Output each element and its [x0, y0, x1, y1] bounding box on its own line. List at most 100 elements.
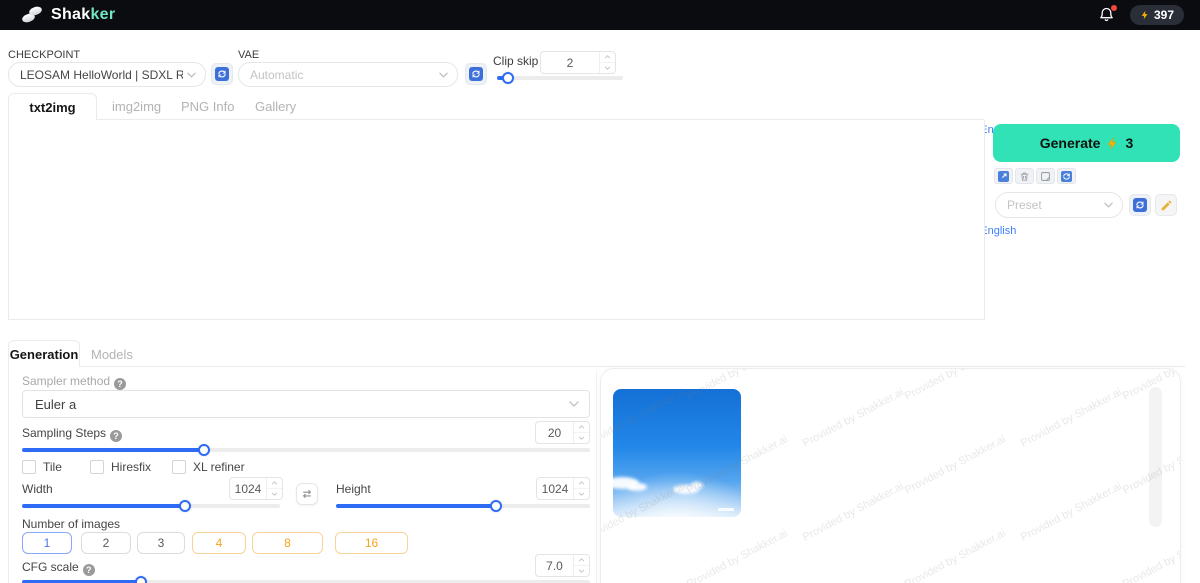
clip-skip-stepper[interactable] — [599, 52, 615, 73]
sampling-steps-slider-knob[interactable] — [198, 444, 210, 456]
cfg-stepper[interactable] — [573, 555, 589, 576]
sampler-value: Euler a — [35, 397, 76, 412]
height-slider[interactable] — [336, 500, 590, 512]
stepper-up-icon — [574, 478, 589, 489]
credits-badge[interactable]: 397 — [1130, 5, 1184, 25]
help-icon[interactable]: ? — [110, 430, 122, 442]
lightning-icon — [1140, 9, 1150, 21]
tab-txt2img[interactable]: txt2img — [8, 93, 97, 120]
stepper-up-icon — [574, 555, 589, 566]
sampling-steps-stepper[interactable] — [573, 422, 589, 443]
watermark-text: Provided by Shakker.ai — [685, 527, 790, 583]
help-icon[interactable]: ? — [114, 378, 126, 390]
checkbox-icon — [22, 460, 36, 474]
preset-placeholder: Preset — [1007, 198, 1042, 212]
import-params-button[interactable] — [994, 168, 1013, 184]
note-params-button[interactable] — [1036, 168, 1055, 184]
num-images-option-1[interactable]: 1 — [22, 532, 72, 554]
tab-generation[interactable]: Generation — [8, 340, 80, 367]
lightning-icon — [1106, 136, 1119, 151]
image-watermark — [718, 508, 734, 511]
results-scrollbar[interactable] — [1149, 387, 1162, 527]
num-images-option-3[interactable]: 3 — [137, 532, 185, 554]
watermark-text: Provided by Shakker.ai — [1019, 386, 1124, 449]
height-slider-knob[interactable] — [490, 500, 502, 512]
chevron-down-icon — [439, 72, 448, 78]
cfg-slider-knob[interactable] — [135, 576, 147, 583]
shakker-logo[interactable]: Shakker — [22, 5, 115, 25]
height-label: Height — [336, 482, 371, 496]
checkbox-icon — [90, 460, 104, 474]
chevron-down-icon — [187, 72, 196, 78]
tab-models[interactable]: Models — [91, 347, 133, 362]
refresh-icon — [215, 67, 229, 81]
width-input[interactable]: 1024 — [229, 477, 283, 500]
tab-gallery[interactable]: Gallery — [255, 99, 296, 114]
checkpoint-label: CHECKPOINT — [8, 49, 80, 61]
cfg-scale-input[interactable]: 7.0 — [535, 554, 590, 577]
preset-edit-button[interactable] — [1155, 194, 1177, 216]
sampling-steps-label: Sampling Steps? — [22, 426, 122, 442]
num-images-option-4[interactable]: 4 — [192, 532, 246, 554]
width-stepper[interactable] — [266, 478, 282, 499]
restore-params-button[interactable] — [1057, 168, 1076, 184]
vae-select[interactable]: Automatic — [238, 62, 458, 87]
watermark-text: Provided by Shakker.ai — [903, 368, 1008, 403]
checkpoint-refresh-button[interactable] — [211, 63, 233, 85]
pencil-icon — [1160, 199, 1173, 212]
top-navbar: Shakker 397 — [0, 0, 1200, 30]
swap-dimensions-button[interactable] — [296, 483, 318, 505]
checkpoint-select[interactable]: LEOSAM HelloWorld | SDXL Realism Checl — [8, 62, 206, 87]
vae-value: Automatic — [250, 68, 303, 82]
tab-img2img[interactable]: img2img — [112, 99, 161, 114]
vae-refresh-button[interactable] — [465, 63, 487, 85]
width-slider-knob[interactable] — [179, 500, 191, 512]
checkbox-hiresfix[interactable]: Hiresfix — [90, 460, 151, 474]
clip-skip-slider-knob[interactable] — [502, 72, 514, 84]
refresh-icon — [1133, 198, 1147, 212]
width-value: 1024 — [230, 478, 266, 499]
results-panel: Provided by Shakker.aiProvided by Shakke… — [600, 368, 1181, 583]
clip-skip-input[interactable]: 2 — [540, 51, 616, 74]
num-images-option-2[interactable]: 2 — [81, 532, 131, 554]
checkbox-tile[interactable]: Tile — [22, 460, 62, 474]
clear-params-button[interactable] — [1015, 168, 1034, 184]
height-input[interactable]: 1024 — [536, 477, 590, 500]
brand-text: Shakker — [51, 6, 115, 24]
preset-refresh-button[interactable] — [1129, 194, 1151, 216]
sampler-method-select[interactable]: Euler a — [22, 390, 590, 418]
num-images-option-8[interactable]: 8 — [252, 532, 323, 554]
app-root: Shakker 397 CHECKPOINT LEOSAM HelloWorld… — [0, 0, 1200, 583]
height-stepper[interactable] — [573, 478, 589, 499]
generated-image-thumbnail[interactable] — [613, 389, 741, 517]
watermark-text: Provided by Shakker.ai — [1121, 527, 1181, 583]
generate-button[interactable]: Generate 3 — [993, 124, 1180, 162]
watermark-text: Provided by Shakker.ai — [1019, 480, 1124, 543]
stepper-down-icon — [574, 433, 589, 443]
stepper-down-icon — [267, 489, 282, 499]
num-images-option-16[interactable]: 16 — [335, 532, 408, 554]
credits-count: 397 — [1154, 8, 1174, 22]
width-label: Width — [22, 482, 53, 496]
txt2img-panel — [8, 119, 985, 320]
sampling-steps-slider[interactable] — [22, 444, 590, 456]
stepper-up-icon — [600, 52, 615, 63]
checkpoint-value: LEOSAM HelloWorld | SDXL Realism Checl — [20, 68, 183, 82]
help-icon[interactable]: ? — [83, 564, 95, 576]
stepper-down-icon — [574, 566, 589, 576]
tab-png-info[interactable]: PNG Info — [181, 99, 234, 114]
preset-select[interactable]: Preset — [995, 192, 1123, 218]
cfg-scale-value: 7.0 — [536, 555, 573, 576]
clip-skip-slider[interactable] — [497, 72, 623, 84]
checkbox-xl-refiner[interactable]: XL refiner — [172, 460, 245, 474]
sampling-steps-value: 20 — [536, 422, 573, 443]
checkbox-icon — [172, 460, 186, 474]
sampling-steps-input[interactable]: 20 — [535, 421, 590, 444]
notification-bell-icon[interactable] — [1098, 6, 1116, 24]
generate-cost: 3 — [1125, 135, 1133, 151]
cfg-scale-slider[interactable] — [22, 576, 590, 583]
width-slider[interactable] — [22, 500, 280, 512]
redo-arrow-icon — [1061, 171, 1072, 182]
arrow-export-icon — [998, 171, 1009, 182]
refresh-icon — [469, 67, 483, 81]
